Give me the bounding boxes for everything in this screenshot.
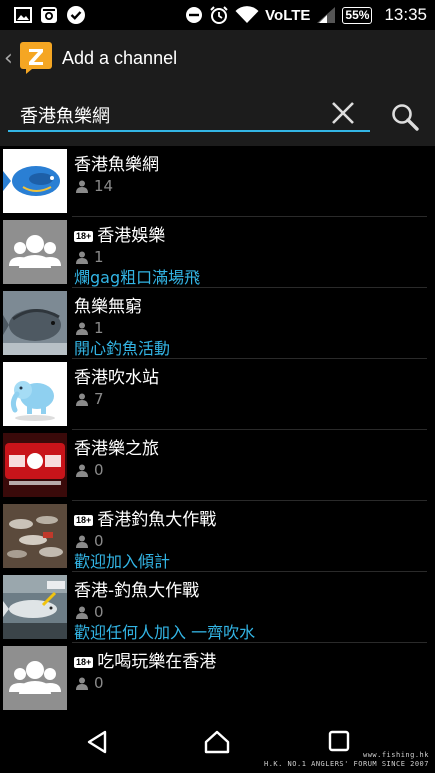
member-count: 0 — [94, 461, 104, 479]
watermark-site: www.fishing.hk — [362, 751, 429, 759]
user-icon — [76, 677, 88, 690]
signal-icon — [316, 6, 336, 24]
page-title: Add a channel — [62, 47, 178, 68]
search-input-value[interactable]: 香港魚樂網 — [20, 102, 110, 128]
back-chevron-icon[interactable]: ‹ — [4, 46, 18, 71]
channel-name: 香港吹水站 — [74, 368, 159, 388]
zello-logo-icon[interactable] — [20, 42, 52, 74]
wifi-icon — [235, 6, 259, 24]
channel-row[interactable]: 18+ 香港釣魚大作戰 0 歡迎加入傾計 — [0, 501, 435, 572]
member-count: 1 — [94, 319, 104, 337]
user-icon — [76, 464, 88, 477]
channel-row[interactable]: 18+ 香港娛樂 1 爛gag粗口滿場飛 — [0, 217, 435, 288]
channel-avatar-red-sign — [3, 433, 67, 497]
member-count: 14 — [94, 177, 114, 195]
channel-name: 香港樂之旅 — [74, 439, 159, 459]
adult-badge: 18+ — [74, 514, 94, 526]
channel-list: 香港魚樂網 14 18+ 香港娛樂 1 爛gag粗口滿場飛 魚樂無窮 1 開心釣… — [0, 146, 435, 714]
channel-avatar-fish-catch — [3, 504, 67, 568]
back-nav-icon[interactable] — [86, 730, 108, 758]
clear-icon[interactable] — [330, 100, 356, 130]
action-bar: ‹ Add a channel — [0, 30, 435, 86]
member-count: 0 — [94, 603, 104, 621]
member-count: 0 — [94, 674, 104, 692]
channel-avatar-fish-held — [3, 575, 67, 639]
alarm-icon — [209, 5, 229, 25]
status-bar: VoLTE 55% 13:35 — [0, 0, 435, 30]
channel-name: 香港娛樂 — [97, 226, 166, 246]
channel-row[interactable]: 香港吹水站 7 — [0, 359, 435, 430]
channel-name: 吃喝玩樂在香港 — [97, 652, 217, 672]
channel-avatar-fish-photo — [3, 291, 67, 355]
channel-name: 香港釣魚大作戰 — [97, 510, 217, 530]
channel-name: 香港魚樂網 — [74, 155, 159, 175]
watermark-tagline: H.K. NO.1 ANGLERS' FORUM SINCE 2007 — [263, 760, 429, 768]
user-icon — [76, 251, 88, 264]
user-icon — [76, 322, 88, 335]
adult-badge: 18+ — [74, 230, 94, 242]
navigation-bar: www.fishing.hk H.K. NO.1 ANGLERS' FORUM … — [0, 714, 435, 773]
do-not-disturb-icon — [185, 6, 203, 24]
gallery-icon — [14, 6, 32, 24]
home-nav-icon[interactable] — [204, 730, 230, 758]
user-icon — [76, 393, 88, 406]
channel-row[interactable]: 香港樂之旅 0 — [0, 430, 435, 501]
member-count: 1 — [94, 248, 104, 266]
channel-row[interactable]: 18+ 吃喝玩樂在香港 0 — [0, 643, 435, 714]
member-count: 7 — [94, 390, 104, 408]
search-input[interactable]: 香港魚樂網 — [8, 96, 370, 132]
channel-name: 魚樂無窮 — [74, 297, 142, 317]
channel-name: 香港-釣魚大作戰 — [74, 581, 200, 601]
channel-description: 歡迎加入傾計 — [74, 552, 171, 571]
channel-description: 歡迎任何人加入 一齊吹水 — [74, 623, 256, 642]
instagram-icon — [40, 6, 58, 24]
search-icon[interactable] — [390, 102, 420, 136]
check-circle-icon — [66, 5, 86, 25]
clock: 13:35 — [384, 5, 427, 24]
watermark: www.fishing.hk H.K. NO.1 ANGLERS' FORUM … — [264, 751, 429, 769]
channel-avatar-placeholder — [3, 646, 67, 710]
volte-indicator: VoLTE — [265, 6, 311, 24]
channel-description: 開心釣魚活動 — [74, 339, 171, 358]
channel-avatar-elephant — [3, 362, 67, 426]
adult-badge: 18+ — [74, 656, 94, 668]
battery-indicator: 55% — [342, 6, 373, 24]
channel-row[interactable]: 香港魚樂網 14 — [0, 146, 435, 217]
channel-row[interactable]: 香港-釣魚大作戰 0 歡迎任何人加入 一齊吹水 — [0, 572, 435, 643]
user-icon — [76, 180, 88, 193]
channel-description: 爛gag粗口滿場飛 — [74, 268, 201, 287]
member-count: 0 — [94, 532, 104, 550]
user-icon — [76, 606, 88, 619]
channel-avatar-fish-logo — [3, 149, 67, 213]
search-bar: 香港魚樂網 — [0, 86, 435, 146]
user-icon — [76, 535, 88, 548]
channel-avatar-placeholder — [3, 220, 67, 284]
channel-row[interactable]: 魚樂無窮 1 開心釣魚活動 — [0, 288, 435, 359]
